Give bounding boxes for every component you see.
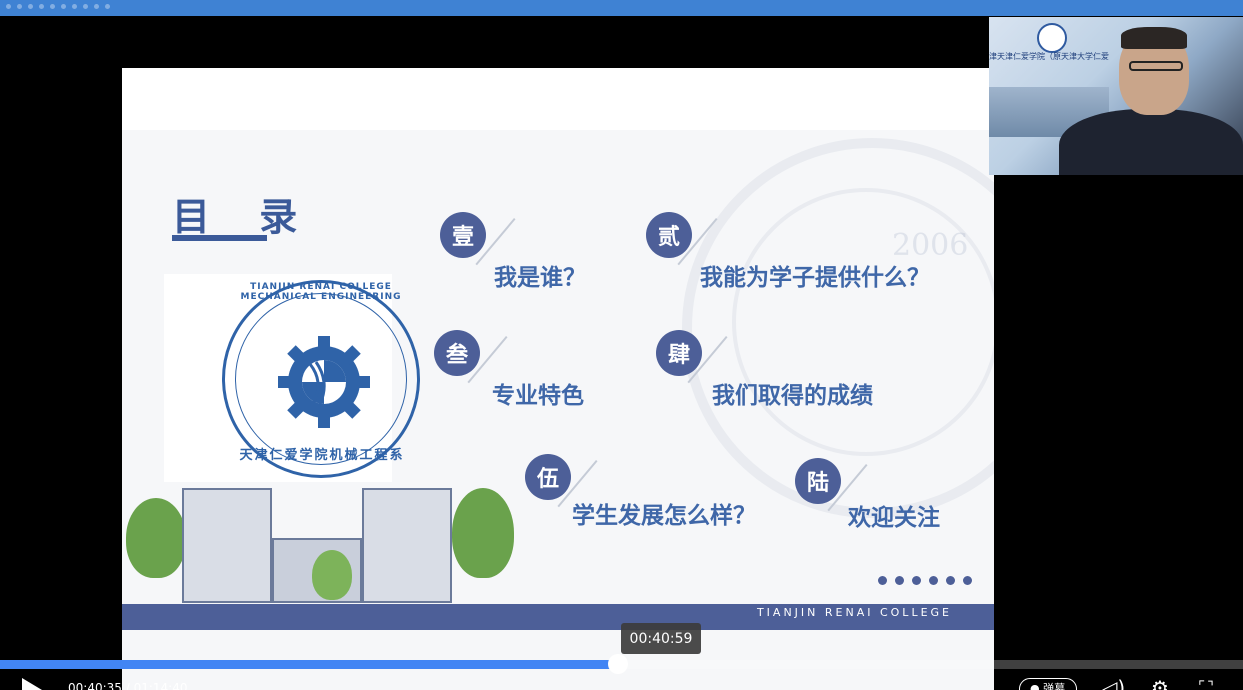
college-footer-label: TIANJIN RENAI COLLEGE [756, 606, 952, 619]
slide-top-band [122, 68, 994, 130]
gear-icon[interactable]: ⚙ [1151, 678, 1169, 690]
toc-badge-4: 肆 [656, 330, 702, 376]
volume-icon[interactable]: ◁) [1102, 678, 1125, 690]
toc-badge-3: 叁 [434, 330, 480, 376]
time-display: 00:40:35 / 01:14:40 [68, 681, 188, 690]
toc-item-4: 我们取得的成绩 [712, 383, 873, 409]
presentation-slide: 2006 目 录 TIANJIN RENAI COLLEGE MECHANICA… [122, 68, 994, 690]
presenter-body [1059, 109, 1243, 175]
progress-bar[interactable] [0, 654, 1243, 674]
logo-chinese-text: 天津仁爱学院机械工程系 [239, 448, 405, 463]
toc-badge-1: 壹 [440, 212, 486, 258]
toc-badge-6: 陆 [795, 458, 841, 504]
window-title-bar [0, 0, 1243, 16]
presenter-glasses [1129, 61, 1183, 71]
toc-item-6: 欢迎关注 [848, 505, 940, 531]
seek-time-tooltip: 00:40:59 [621, 623, 701, 654]
player-controls: 00:40:35 / 01:14:40 ● 弹幕 ◁) ⚙ ⛶ [0, 672, 1243, 690]
toc-title: 目 录 [172, 195, 316, 239]
presenter-hair [1121, 27, 1187, 49]
toc-item-1: 我是谁？ [494, 265, 586, 291]
toc-item-5: 学生发展怎么样？ [572, 503, 756, 529]
department-logo: TIANJIN RENAI COLLEGE MECHANICAL ENGINEE… [164, 274, 420, 482]
slide-decor-dots [878, 576, 972, 585]
webcam-college-logo [1037, 23, 1067, 53]
title-bar-dots [6, 4, 110, 9]
logo-inner-ring [235, 293, 407, 465]
presenter-webcam: 津天津仁爱学院（原天津大学仁爱 [989, 17, 1243, 175]
toc-item-3: 专业特色 [492, 383, 584, 409]
logo-english-text: TIANJIN RENAI COLLEGE MECHANICAL ENGINEE… [240, 282, 402, 302]
fullscreen-icon[interactable]: ⛶ [1199, 678, 1213, 690]
toc-badge-5: 伍 [525, 454, 571, 500]
toc-item-2: 我能为学子提供什么？ [700, 265, 930, 291]
gear-logo-icon [278, 336, 370, 428]
progress-fill [0, 660, 618, 669]
progress-handle[interactable] [607, 654, 628, 674]
play-icon[interactable] [22, 678, 42, 690]
toc-underline [172, 235, 267, 241]
toc-badge-2: 贰 [646, 212, 692, 258]
danmaku-toggle-button[interactable]: ● 弹幕 [1019, 678, 1077, 690]
